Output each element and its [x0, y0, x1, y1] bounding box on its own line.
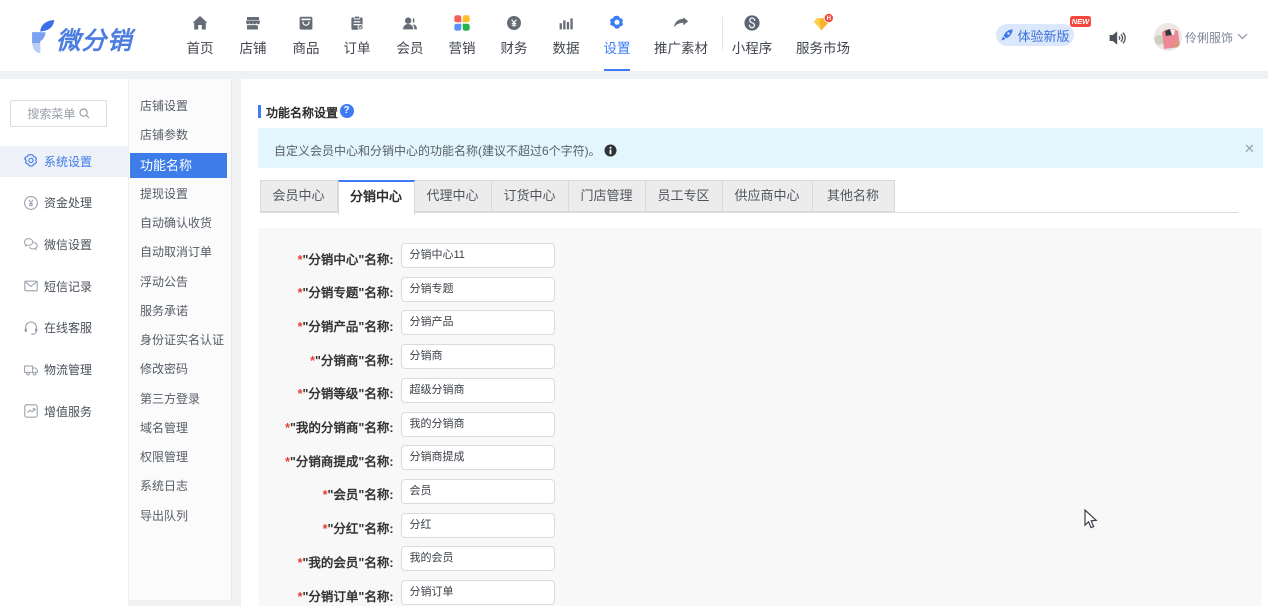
svg-text:H: H [826, 16, 830, 22]
